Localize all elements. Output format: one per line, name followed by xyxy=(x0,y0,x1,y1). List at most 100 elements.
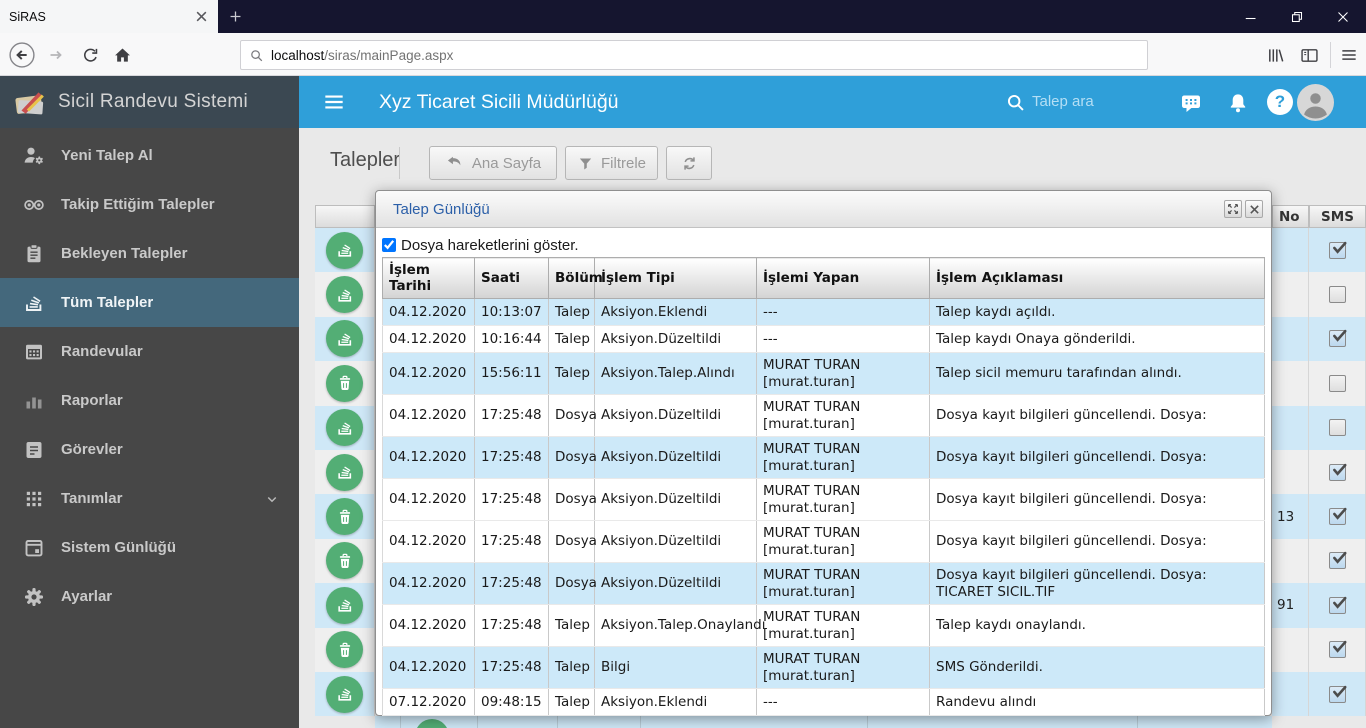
bg-table-action-cell xyxy=(315,449,375,495)
search-icon[interactable] xyxy=(1005,92,1026,113)
delete-request-button[interactable] xyxy=(326,631,363,669)
bg-table-action-cell xyxy=(315,228,375,273)
log-column-header[interactable]: İşlem Açıklaması xyxy=(929,257,1265,299)
sidebar-item-person-gear[interactable]: Yeni Talep Al xyxy=(0,131,299,180)
sms-checkbox[interactable] xyxy=(1328,374,1346,392)
forward-button[interactable] xyxy=(42,41,70,69)
sms-checkbox[interactable] xyxy=(1328,463,1347,481)
log-column-header[interactable]: Saati xyxy=(474,257,549,299)
sms-checkbox[interactable] xyxy=(1328,507,1347,526)
filter-button[interactable]: Filtrele xyxy=(565,146,658,180)
log-column-header[interactable]: İşlem Tarihi xyxy=(382,257,475,299)
cell-by: MURAT TURAN [murat.turan] xyxy=(756,478,930,521)
bg-table-no-cell xyxy=(1272,405,1309,450)
modal-maximize-button[interactable] xyxy=(1224,200,1242,218)
bg-table-no-cell: 13 xyxy=(1272,494,1309,539)
gear-icon xyxy=(25,587,43,606)
bg-table-action-cell xyxy=(315,316,375,362)
new-tab-button[interactable] xyxy=(218,0,252,33)
bg-table-action-cell xyxy=(315,671,375,717)
cell-date: 04.12.2020 xyxy=(382,325,475,353)
check-icon xyxy=(1332,552,1347,565)
log-table-row: 04.12.2020 17:25:48 Dosya Aksiyon.Düzeltild… xyxy=(382,562,1265,605)
sidebar-item-calendar-day[interactable]: Sistem Günlüğü xyxy=(0,523,299,572)
sidebar-item-gear[interactable]: Ayarlar xyxy=(0,572,299,621)
request-log-button[interactable] xyxy=(326,409,363,447)
window-minimize-button[interactable] xyxy=(1228,0,1274,33)
sidebar-item-note[interactable]: Görevler xyxy=(0,425,299,474)
cell-description: Talep kaydı onaylandı. xyxy=(929,604,1265,647)
notifications-bell-icon[interactable] xyxy=(1226,91,1250,115)
bar-chart-icon xyxy=(26,397,42,408)
calendar-icon xyxy=(26,344,42,359)
stack-icon xyxy=(337,688,351,701)
browser-tab[interactable]: SiRAS xyxy=(0,0,218,33)
cell-time: 10:16:44 xyxy=(474,325,549,353)
window-close-button[interactable] xyxy=(1320,0,1366,33)
request-log-button[interactable] xyxy=(326,320,363,358)
page-header-title: Xyz Ticaret Sicili Müdürlüğü xyxy=(379,90,619,113)
trash-icon xyxy=(339,642,350,657)
sidebar-hamburger-icon[interactable] xyxy=(321,89,347,115)
request-log-button[interactable] xyxy=(326,276,363,314)
cell-by: MURAT TURAN [murat.turan] xyxy=(756,394,930,437)
request-log-button[interactable] xyxy=(326,231,363,269)
messages-icon[interactable] xyxy=(1179,91,1203,115)
delete-request-button[interactable] xyxy=(326,498,363,536)
log-column-header[interactable]: İşlem Tipi xyxy=(594,257,757,299)
reload-button[interactable] xyxy=(76,41,104,69)
sms-checkbox[interactable] xyxy=(1328,241,1347,259)
window-restore-button[interactable] xyxy=(1274,0,1320,33)
request-log-button[interactable] xyxy=(326,453,363,491)
sms-checkbox[interactable] xyxy=(1328,552,1347,570)
log-column-header[interactable]: Bölüm xyxy=(548,257,603,299)
cell-section: Talep xyxy=(548,604,595,647)
sidebar-toggle-icon[interactable] xyxy=(1295,41,1323,69)
delete-request-button[interactable] xyxy=(326,364,363,402)
sidebar-item-binoculars[interactable]: Takip Ettiğim Talepler xyxy=(0,180,299,229)
refresh-button[interactable] xyxy=(666,146,712,180)
bg-table-sms-cell xyxy=(1309,627,1366,672)
sidebar-item-calendar[interactable]: Randevular xyxy=(0,327,299,376)
show-file-movements-checkbox[interactable] xyxy=(382,238,396,252)
sidebar-item-stack[interactable]: Tüm Talepler xyxy=(0,278,299,327)
sms-checkbox[interactable] xyxy=(1328,685,1347,703)
search-input[interactable]: Talep ara xyxy=(1032,93,1094,110)
help-icon[interactable]: ? xyxy=(1267,89,1293,115)
sms-checkbox[interactable] xyxy=(1328,596,1347,614)
request-log-button[interactable] xyxy=(326,586,363,624)
modal-header[interactable]: Talep Günlüğü xyxy=(376,191,1271,228)
cell-time: 17:25:48 xyxy=(474,478,549,521)
sidebar-item-clipboard[interactable]: Bekleyen Talepler xyxy=(0,229,299,278)
bg-table-action-cell xyxy=(315,494,375,539)
sms-checkbox[interactable] xyxy=(1328,330,1347,348)
user-avatar[interactable] xyxy=(1297,84,1334,121)
menu-hamburger-icon[interactable] xyxy=(1335,41,1363,69)
sms-checkbox[interactable] xyxy=(1328,286,1346,304)
library-icon[interactable] xyxy=(1261,41,1289,69)
delete-request-button[interactable] xyxy=(326,542,363,580)
home-page-button[interactable]: Ana Sayfa xyxy=(429,146,557,180)
request-log-button[interactable] xyxy=(326,675,363,713)
bg-table-sms-cell xyxy=(1309,405,1366,450)
cell-by: MURAT TURAN [murat.turan] xyxy=(756,604,930,647)
sidebar-item-grid[interactable]: Tanımlar xyxy=(0,474,299,523)
cell-time: 17:25:48 xyxy=(474,646,549,689)
log-column-header[interactable]: İşlemi Yapan xyxy=(756,257,930,299)
check-icon xyxy=(1332,596,1347,609)
bg-table-sms-cell xyxy=(1309,361,1366,406)
bg-table-action-cell xyxy=(315,583,375,628)
cell-time: 09:48:15 xyxy=(474,688,549,716)
sms-checkbox[interactable] xyxy=(1328,641,1347,659)
bg-table-no-cell: 91 xyxy=(1272,583,1309,628)
cell-time: 17:25:48 xyxy=(474,604,549,647)
url-bar[interactable]: localhost/siras/mainPage.aspx xyxy=(240,40,1148,70)
tab-close-icon[interactable] xyxy=(193,9,209,25)
cell-date: 04.12.2020 xyxy=(382,352,475,395)
modal-close-button[interactable] xyxy=(1245,200,1263,218)
back-button[interactable] xyxy=(8,41,36,69)
home-button[interactable] xyxy=(108,41,136,69)
log-table: İşlem Tarihi Saati Bölüm İşlem Tipi İşlemi Y… xyxy=(382,257,1265,716)
sidebar-item-bar-chart[interactable]: Raporlar xyxy=(0,376,299,425)
sms-checkbox[interactable] xyxy=(1328,419,1346,437)
